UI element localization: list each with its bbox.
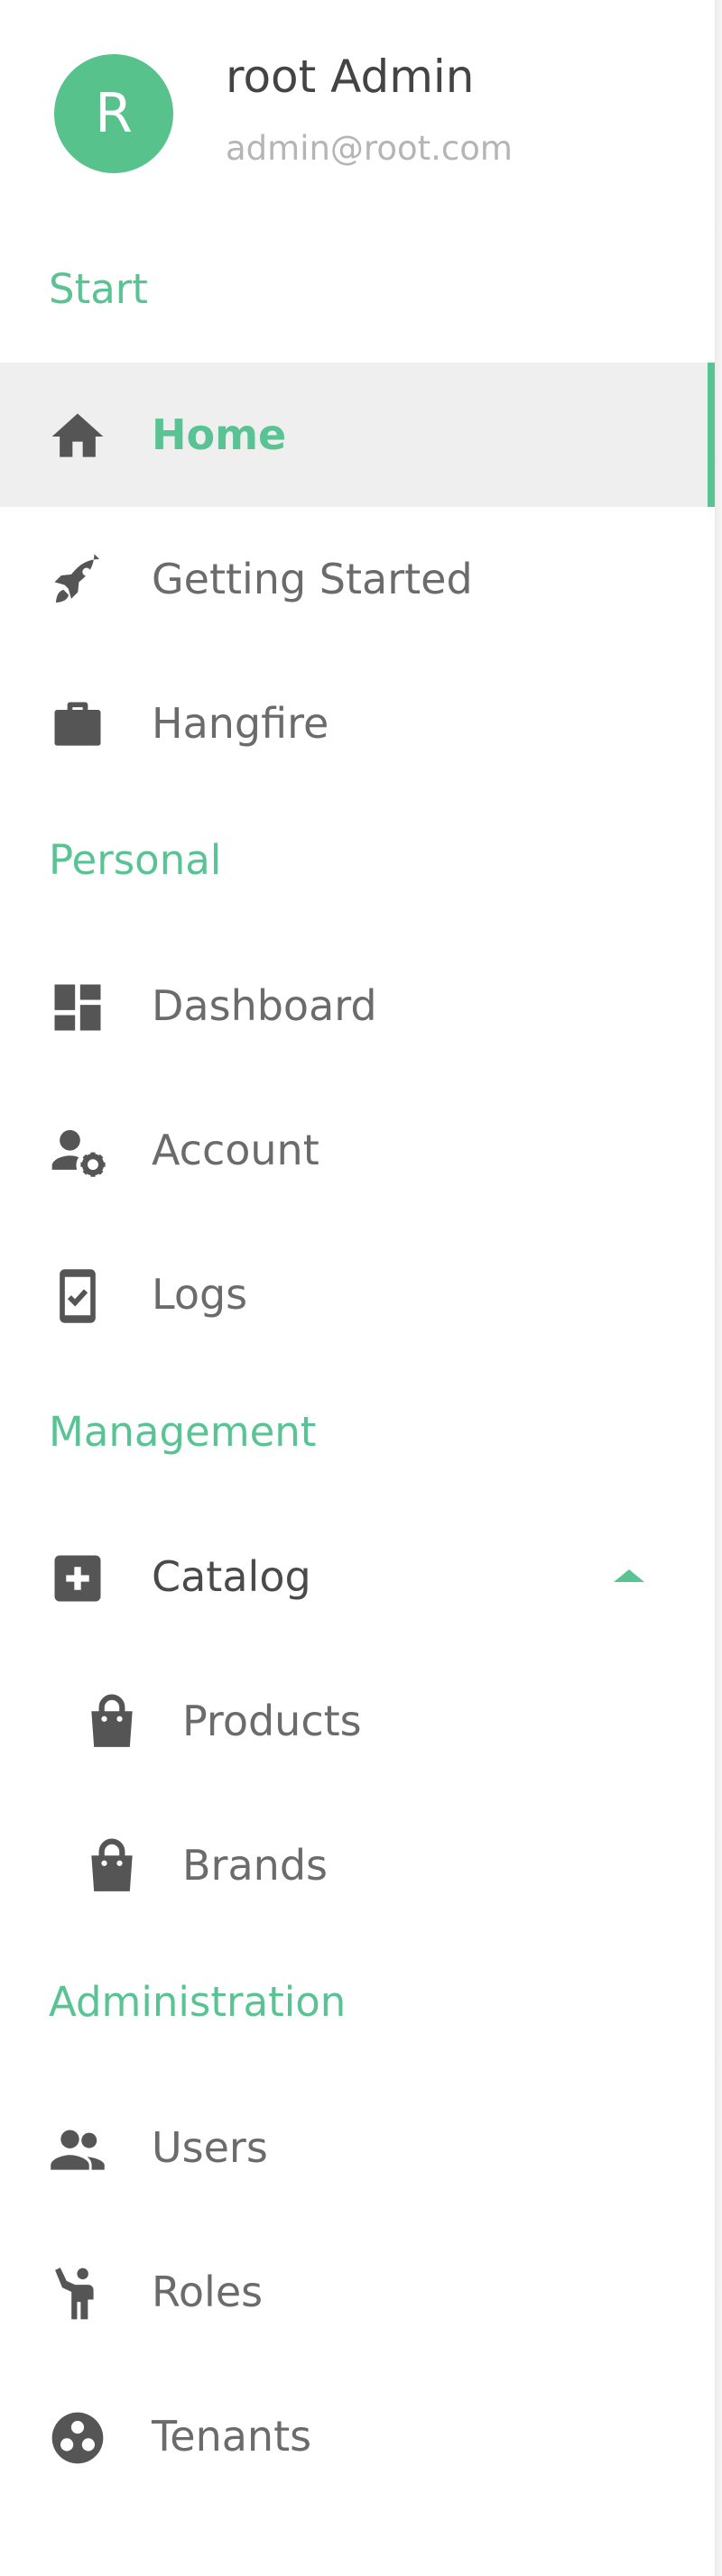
shopping-bag-icon xyxy=(81,1836,143,1898)
nav-item-label: Products xyxy=(182,1697,362,1745)
nav-item-label: Tenants xyxy=(152,2412,312,2461)
shopping-bag-icon xyxy=(81,1692,143,1753)
person-raised-hand-icon xyxy=(47,2263,108,2324)
user-profile: R root Admin admin@root.com xyxy=(0,0,715,235)
nav-item-label: Getting Started xyxy=(152,555,473,603)
nav-item-label: Home xyxy=(152,410,287,459)
avatar: R xyxy=(54,54,173,173)
nav-item-label: Logs xyxy=(152,1270,248,1319)
nav-item-label: Dashboard xyxy=(152,981,377,1030)
phone-check-icon xyxy=(47,1265,108,1327)
user-email: admin@root.com xyxy=(226,129,513,168)
nav-item-label: Hangfire xyxy=(152,699,329,748)
home-icon xyxy=(47,406,108,467)
briefcase-icon xyxy=(47,695,108,756)
manage-account-icon xyxy=(47,1121,108,1182)
section-header-management: Management xyxy=(49,1408,317,1456)
section-header-personal: Personal xyxy=(49,836,222,884)
nav-item-label: Roles xyxy=(152,2268,264,2316)
drawer-divider xyxy=(715,0,722,2576)
nav-item-account[interactable]: Account xyxy=(0,1078,715,1222)
nav-item-products[interactable]: Products xyxy=(0,1649,715,1793)
dashboard-icon xyxy=(47,977,108,1038)
section-header-start: Start xyxy=(49,265,148,313)
nav-item-label: Catalog xyxy=(152,1552,311,1601)
chevron-up-icon[interactable] xyxy=(614,1566,644,1587)
nav-item-logs[interactable]: Logs xyxy=(0,1222,715,1366)
user-name: root Admin xyxy=(226,51,475,103)
nav-item-roles[interactable]: Roles xyxy=(0,2220,715,2364)
nav-item-home[interactable]: Home xyxy=(0,363,715,507)
avatar-initial: R xyxy=(95,82,133,145)
nav-item-brands[interactable]: Brands xyxy=(0,1793,715,1937)
add-box-icon xyxy=(47,1548,108,1609)
rocket-icon xyxy=(47,550,108,612)
people-icon xyxy=(47,2119,108,2180)
navigation-drawer: R root Admin admin@root.com Start Home G… xyxy=(0,0,715,2576)
section-header-administration: Administration xyxy=(49,1978,347,2026)
nav-item-label: Users xyxy=(152,2123,268,2172)
nav-item-hangfire[interactable]: Hangfire xyxy=(0,651,715,796)
nav-item-tenants[interactable]: Tenants xyxy=(0,2364,715,2508)
nav-item-dashboard[interactable]: Dashboard xyxy=(0,934,715,1078)
nav-item-getting-started[interactable]: Getting Started xyxy=(0,507,715,651)
nav-item-users[interactable]: Users xyxy=(0,2075,715,2220)
nav-item-label: Brands xyxy=(182,1841,328,1890)
nav-item-label: Account xyxy=(152,1126,319,1174)
workspaces-icon xyxy=(47,2407,108,2469)
nav-item-catalog[interactable]: Catalog xyxy=(0,1504,715,1649)
